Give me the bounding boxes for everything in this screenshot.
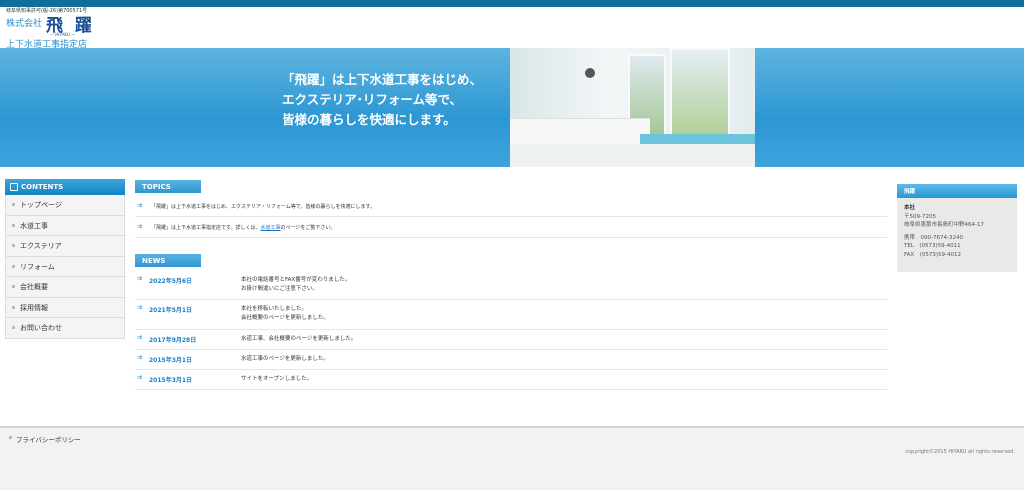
- news-row: ⇉ 2015年3月1日 水道工事のページを更新しました。: [135, 350, 887, 370]
- arrow-icon: ⇉: [137, 374, 143, 381]
- arrow-icon: ⇉: [137, 334, 143, 341]
- address: 岐阜県恵那市長島町中野464-17: [904, 222, 984, 228]
- tagline-line-1: 「飛躍」は上下水道工事をはじめ、: [282, 72, 483, 87]
- fax-number: FAX (0573)59-4012: [904, 251, 961, 258]
- zip-code: 〒509-7205: [904, 213, 936, 220]
- sidebar-nav: CONTENTS トップページ 水道工事 エクステリア リフォーム 会社概要 採…: [5, 179, 125, 339]
- sidebar-item-reform[interactable]: リフォーム: [5, 256, 125, 277]
- news-heading: NEWS: [135, 254, 201, 267]
- bullet-icon: [12, 326, 15, 329]
- sidebar-item-contact[interactable]: お問い合わせ: [5, 318, 125, 339]
- topic-text-post: のページをご覧下さい。: [280, 225, 336, 231]
- sidebar-item-label: 水道工事: [20, 221, 48, 230]
- sidebar-item-label: リフォーム: [20, 262, 55, 271]
- sidebar-item-water-works[interactable]: 水道工事: [5, 215, 125, 236]
- bullet-icon: [9, 436, 12, 439]
- news-date: 2017年9月28日: [149, 337, 197, 344]
- news-message: 水道工事のページを更新しました。: [241, 356, 329, 362]
- arrow-icon: ⇉: [137, 202, 143, 209]
- bullet-icon: [12, 285, 15, 288]
- tel-number: TEL (0573)59-4011: [904, 243, 961, 249]
- bullet-icon: [12, 305, 15, 309]
- topic-item: ⇉ 「飛躍」は上下水道工事をはじめ、エクステリア・リフォーム等で、皆様の暮らしを…: [135, 196, 887, 217]
- sidebar-item-label: エクステリア: [20, 242, 62, 250]
- bullet-icon: [12, 223, 15, 227]
- top-accent-bar: [0, 0, 1024, 7]
- arrow-icon: ⇉: [137, 275, 143, 282]
- topic-item: ⇉ 「飛躍」は上下水道工事指定店です。詳しくは、水道工事のページをご覧下さい。: [135, 217, 887, 238]
- topic-text: 「飛躍」は上下水道工事指定店です。詳しくは、水道工事のページをご覧下さい。: [151, 224, 335, 231]
- news-message: 本社の電話番号とFAX番号が変わりました。 お掛け間違いにご注意下さい。: [241, 277, 351, 292]
- water-works-link[interactable]: 水道工事: [261, 225, 281, 231]
- news-row: ⇉ 2015年3月1日 サイトをオープンしました。: [135, 370, 887, 390]
- news-message: サイトをオープンしました。: [241, 376, 313, 382]
- news-section: NEWS ⇉ 2022年5月6日 本社の電話番号とFAX番号が変わりました。 お掛…: [135, 254, 887, 390]
- news-row: ⇉ 2022年5月6日 本社の電話番号とFAX番号が変わりました。 お掛け間違いに…: [135, 271, 887, 300]
- topic-text-pre: 「飛躍」は上下水道工事指定店です。詳しくは、: [151, 225, 261, 231]
- sidebar-heading-label: CONTENTS: [21, 183, 64, 191]
- news-message: 水道工事、会社概要のページを更新しました。: [241, 336, 357, 342]
- news-date: 2022年5月6日: [149, 278, 193, 285]
- arrow-icon: ⇉: [137, 304, 143, 311]
- topics-heading: TOPICS: [135, 180, 201, 193]
- tagline-line-2: エクステリア･リフォーム等で、: [282, 92, 463, 107]
- hero-photo: [510, 48, 755, 167]
- news-date: 2015年3月1日: [149, 357, 193, 364]
- sidebar-item-company[interactable]: 会社概要: [5, 277, 125, 298]
- sidebar-item-top[interactable]: トップページ: [5, 195, 125, 216]
- arrow-icon: ⇉: [137, 354, 143, 361]
- office-label: 本社: [904, 205, 916, 211]
- news-row: ⇉ 2021年5月1日 本社を移転いたしました。 会社概要のページを更新しました。: [135, 300, 887, 330]
- bullet-icon: [12, 264, 15, 268]
- sidebar-item-label: トップページ: [20, 201, 62, 209]
- copyright-text: copyright©2015 HIYAKU all rights reserve…: [905, 449, 1015, 455]
- topic-text: 「飛躍」は上下水道工事をはじめ、エクステリア・リフォーム等で、皆様の暮らしを快適…: [151, 204, 376, 210]
- hero-banner: 「飛躍」は上下水道工事をはじめ、 エクステリア･リフォーム等で、 皆様の暮らしを…: [0, 48, 1024, 167]
- contents-icon: [10, 183, 18, 191]
- site-header: 岐阜県知事許可(般-26)第700571号 株式会社 飛 躍 — HIYAKU …: [0, 7, 1024, 50]
- hero-tagline: 「飛躍」は上下水道工事をはじめ、 エクステリア･リフォーム等で、 皆様の暮らしを…: [282, 70, 482, 130]
- company-info-box: 飛躍 本社 〒509-7205 岐阜県恵那市長島町中野464-17 携帯 090…: [897, 184, 1017, 272]
- arrow-icon: ⇉: [137, 223, 143, 230]
- privacy-policy-link[interactable]: プライバシーポリシー: [16, 434, 81, 444]
- news-date: 2015年3月1日: [149, 377, 193, 384]
- sidebar-heading: CONTENTS: [5, 179, 125, 195]
- news-message: 本社を移転いたしました。 会社概要のページを更新しました。: [241, 306, 329, 321]
- bullet-icon: [12, 244, 15, 247]
- sidebar-item-label: 採用情報: [20, 303, 48, 312]
- info-body: 本社 〒509-7205 岐阜県恵那市長島町中野464-17 携帯 090-76…: [897, 198, 1017, 259]
- sidebar-item-recruit[interactable]: 採用情報: [5, 297, 125, 318]
- bullet-icon: [12, 203, 15, 206]
- news-date: 2021年5月1日: [149, 307, 193, 314]
- tagline-line-3: 皆様の暮らしを快適にします。: [282, 112, 456, 127]
- sidebar-item-label: お問い合わせ: [20, 324, 62, 332]
- sidebar-item-exterior[interactable]: エクステリア: [5, 236, 125, 257]
- site-footer: プライバシーポリシー copyright©2015 HIYAKU all rig…: [0, 428, 1024, 490]
- mobile-number: 携帯 090-7674-3240: [904, 234, 963, 241]
- company-prefix: 株式会社: [6, 19, 43, 29]
- topics-section: TOPICS ⇉ 「飛躍」は上下水道工事をはじめ、エクステリア・リフォーム等で、…: [135, 180, 887, 238]
- news-row: ⇉ 2017年9月28日 水道工事、会社概要のページを更新しました。: [135, 330, 887, 350]
- info-heading: 飛躍: [897, 184, 1017, 198]
- sidebar-item-label: 会社概要: [20, 283, 48, 291]
